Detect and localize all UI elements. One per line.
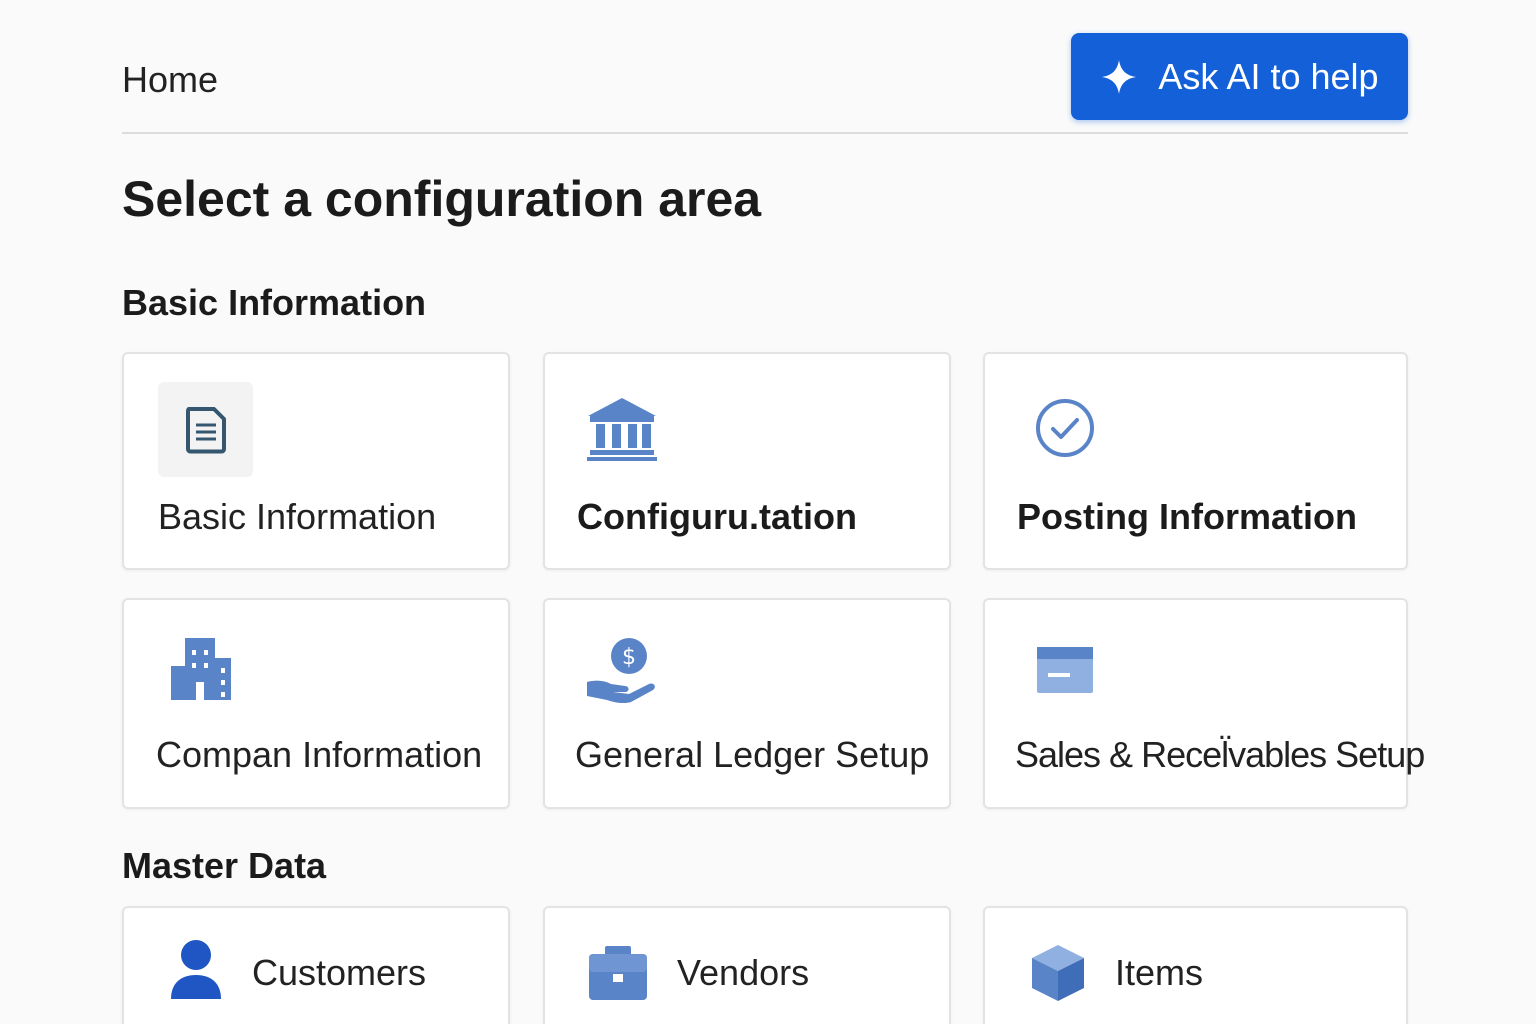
card-configuration[interactable]: Configuru.tation bbox=[543, 352, 951, 570]
card-label: Items bbox=[1115, 952, 1204, 993]
hand-coin-icon: $ bbox=[585, 636, 657, 704]
card-icon bbox=[1035, 644, 1095, 696]
card-label: Vendors bbox=[677, 952, 810, 993]
briefcase-icon bbox=[587, 944, 649, 1002]
top-bar: Home Ask AI to help bbox=[122, 32, 1408, 134]
bank-icon bbox=[585, 394, 659, 464]
card-company-information[interactable]: Compan Information bbox=[122, 598, 510, 809]
section-title-master-data: Master Data bbox=[122, 845, 327, 886]
card-label: Configuru.tation bbox=[577, 496, 857, 537]
card-general-ledger-setup[interactable]: $ General Ledger Setup bbox=[543, 598, 951, 809]
card-items[interactable]: Items bbox=[983, 906, 1408, 1024]
ask-ai-button-label: Ask AI to help bbox=[1158, 55, 1379, 97]
sparkle-icon bbox=[1100, 58, 1138, 96]
section-title-basic-information: Basic Information bbox=[122, 282, 427, 323]
card-label: Customers bbox=[252, 952, 427, 993]
document-icon bbox=[158, 382, 253, 477]
svg-text:$: $ bbox=[622, 645, 636, 670]
card-label: Sales & Recel̈vables Setup bbox=[1015, 734, 1425, 775]
card-label: Basic Information bbox=[158, 496, 437, 537]
page-title: Select a configuration area bbox=[122, 171, 762, 227]
building-icon bbox=[168, 636, 234, 702]
ask-ai-button[interactable]: Ask AI to help bbox=[1071, 33, 1408, 120]
configuration-page: Home Ask AI to help Select a configurati… bbox=[0, 0, 1536, 1024]
card-label: General Ledger Setup bbox=[575, 734, 930, 775]
card-label: Compan Information bbox=[156, 734, 483, 775]
card-vendors[interactable]: Vendors bbox=[543, 906, 951, 1024]
card-label: Posting Information bbox=[1017, 496, 1357, 537]
card-posting-information[interactable]: Posting Information bbox=[983, 352, 1408, 570]
card-customers[interactable]: Customers bbox=[122, 906, 510, 1024]
card-sales-receivables-setup[interactable]: Sales & Recel̈vables Setup bbox=[983, 598, 1425, 809]
person-icon bbox=[168, 938, 224, 1002]
cube-icon bbox=[1029, 942, 1087, 1004]
card-basic-information[interactable]: Basic Information bbox=[122, 352, 510, 570]
check-circle-icon bbox=[1033, 396, 1097, 460]
breadcrumb-home[interactable]: Home bbox=[122, 59, 218, 101]
